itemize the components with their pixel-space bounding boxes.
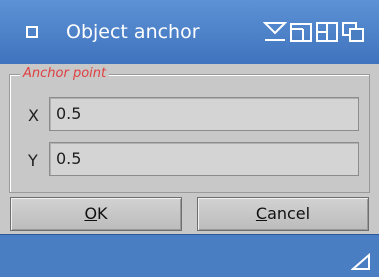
zoom-icon[interactable] xyxy=(289,20,313,44)
cancel-button[interactable]: Cancel xyxy=(197,197,369,231)
title-bar[interactable]: Object anchor xyxy=(0,0,379,65)
depth-icon[interactable] xyxy=(263,20,287,44)
x-field[interactable]: 0.5 xyxy=(49,97,359,131)
ok-label-rest: K xyxy=(97,204,108,223)
iconify-icon[interactable] xyxy=(315,20,339,44)
ok-mnemonic: O xyxy=(84,204,98,223)
close-box-icon[interactable] xyxy=(26,26,38,38)
y-label: Y xyxy=(28,151,38,170)
x-label: X xyxy=(28,106,39,125)
ok-button[interactable]: OK xyxy=(10,197,182,231)
window-bottom-border xyxy=(0,234,379,277)
group-title: Anchor point xyxy=(20,65,110,83)
cancel-label-rest: ancel xyxy=(267,204,311,223)
object-anchor-window: Object anchor Anchor point X 0.5 Y 0.5 O… xyxy=(0,0,379,277)
resize-grip-icon[interactable] xyxy=(351,253,371,271)
dialog-content: Anchor point X 0.5 Y 0.5 OK Cancel xyxy=(0,64,379,234)
window-title: Object anchor xyxy=(66,21,200,43)
cancel-mnemonic: C xyxy=(255,204,268,223)
y-field[interactable]: 0.5 xyxy=(49,142,359,176)
snapshot-icon[interactable] xyxy=(341,20,365,44)
